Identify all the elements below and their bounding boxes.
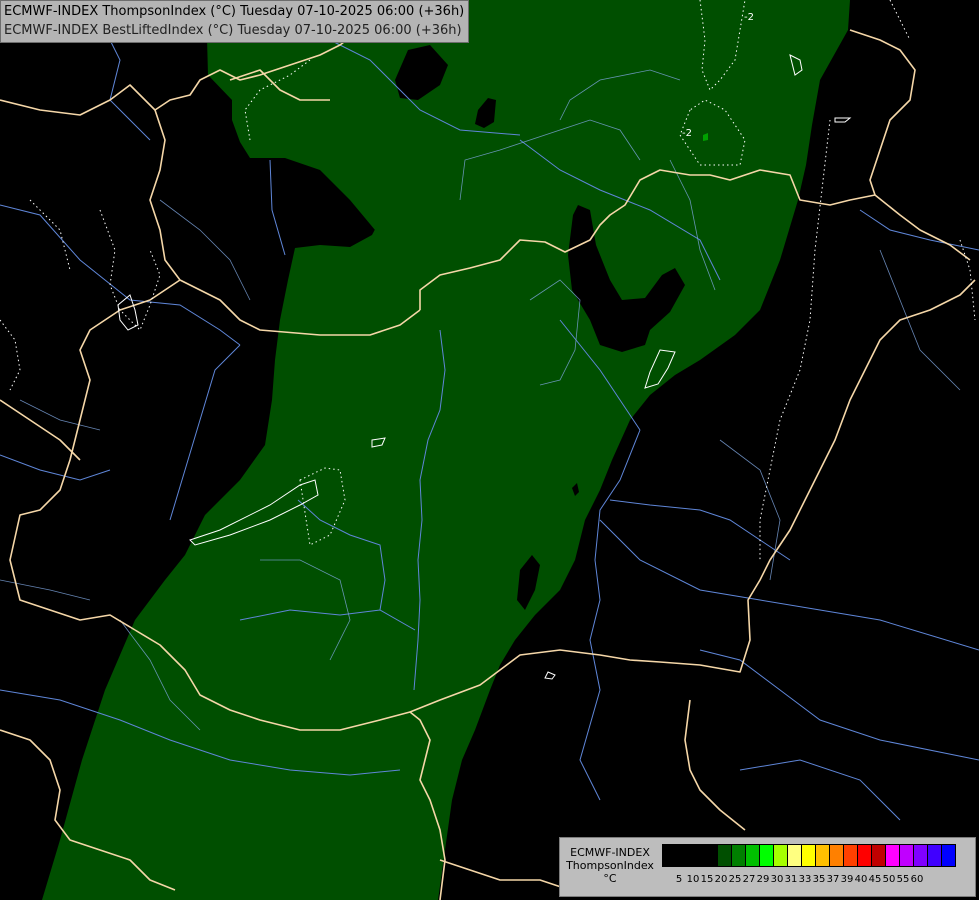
contour-label-2: -2 xyxy=(682,128,692,139)
contour-label-1: -2 xyxy=(744,12,754,23)
legend-unit: °C xyxy=(603,872,617,885)
legend-tick-label: 40 xyxy=(854,874,868,885)
legend-swatch xyxy=(942,844,956,867)
legend-swatch xyxy=(872,844,886,867)
legend-swatch xyxy=(886,844,900,867)
legend-tick-label: 5 xyxy=(675,874,683,885)
legend-tick-label: 29 xyxy=(756,874,770,885)
legend-swatch xyxy=(788,844,802,867)
legend-swatch xyxy=(746,844,760,867)
legend-swatch xyxy=(802,844,816,867)
legend-swatch xyxy=(676,844,690,867)
legend-swatch xyxy=(858,844,872,867)
legend-swatch xyxy=(844,844,858,867)
legend-swatch xyxy=(690,844,704,867)
legend-swatches xyxy=(662,844,956,867)
legend-tick-label: 30 xyxy=(770,874,784,885)
legend-swatch xyxy=(830,844,844,867)
legend-swatch xyxy=(704,844,718,867)
color-legend: ECMWF-INDEX ThompsonIndex °C 5 10 15 20 25 27… xyxy=(559,837,976,897)
legend-tick-label: 31 xyxy=(784,874,798,885)
title-thompson-index: ECMWF-INDEX ThompsonIndex (°C) Tuesday 0… xyxy=(4,4,465,19)
legend-swatch xyxy=(760,844,774,867)
legend-tick-label: 39 xyxy=(840,874,854,885)
legend-tick-label: 60 xyxy=(910,874,924,885)
legend-tick-label: 27 xyxy=(742,874,756,885)
legend-tick-label: 50 xyxy=(882,874,896,885)
legend-tick-label: 15 xyxy=(700,874,714,885)
weather-map: -2 -2 xyxy=(0,0,979,900)
legend-tick-label: 35 xyxy=(812,874,826,885)
legend-parameter: ThompsonIndex xyxy=(566,859,654,872)
legend-swatch xyxy=(718,844,732,867)
legend-swatch xyxy=(900,844,914,867)
legend-tick-label: 37 xyxy=(826,874,840,885)
legend-swatch xyxy=(732,844,746,867)
title-best-lifted-index: ECMWF-INDEX BestLiftedIndex (°C) Tuesday… xyxy=(4,23,462,38)
legend-tick-label: 20 xyxy=(714,874,728,885)
legend-swatch xyxy=(816,844,830,867)
legend-tick-label: 55 xyxy=(896,874,910,885)
legend-tick-label: 25 xyxy=(728,874,742,885)
legend-swatch xyxy=(914,844,928,867)
legend-model: ECMWF-INDEX xyxy=(570,846,650,859)
legend-swatch xyxy=(662,844,676,867)
map-title-box: ECMWF-INDEX ThompsonIndex (°C) Tuesday 0… xyxy=(0,0,470,43)
legend-title: ECMWF-INDEX ThompsonIndex °C xyxy=(562,846,658,885)
legend-swatch xyxy=(928,844,942,867)
legend-tick-label: 45 xyxy=(868,874,882,885)
legend-tick-label: 10 xyxy=(686,874,700,885)
legend-tick-label: 33 xyxy=(798,874,812,885)
legend-swatch xyxy=(774,844,788,867)
